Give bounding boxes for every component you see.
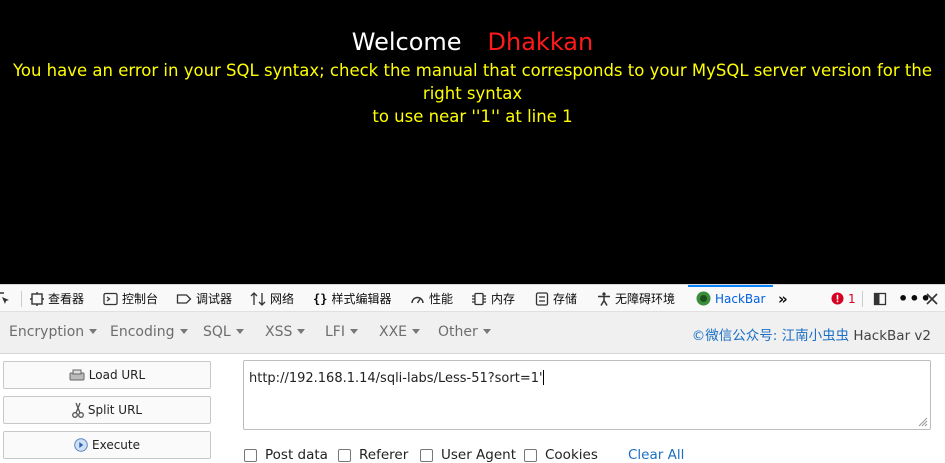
error-icon <box>831 292 844 305</box>
clear-all-link[interactable]: Clear All <box>628 447 684 463</box>
checkbox-referer[interactable] <box>338 448 351 462</box>
sql-error-line-2: to use near ''1'' at line 1 <box>372 107 573 126</box>
menu-xxe-label: XXE <box>379 324 408 340</box>
option-user-agent-label: User Agent <box>441 447 517 463</box>
tab-accessibility[interactable]: 无障碍环境 <box>597 285 675 312</box>
option-referer-label: Referer <box>359 447 409 463</box>
option-user-agent[interactable]: User Agent <box>420 447 516 463</box>
console-icon <box>103 292 118 305</box>
checkbox-post-data[interactable] <box>244 448 257 462</box>
accessibility-icon <box>598 291 610 306</box>
chevron-down-icon <box>482 329 491 334</box>
load-url-button[interactable]: Load URL <box>3 361 211 389</box>
tab-memory-label: 内存 <box>491 292 516 306</box>
execute-label: Execute <box>92 438 140 452</box>
menu-xxe[interactable]: XXE <box>379 324 421 340</box>
resize-handle-icon[interactable] <box>918 417 928 427</box>
username-text: Dhakkan <box>487 28 594 56</box>
dock-toggle-icon[interactable] <box>873 285 891 312</box>
menu-encoding-label: Encoding <box>110 324 175 340</box>
brand-link[interactable]: 江南小虫虫 <box>782 328 850 344</box>
tab-performance[interactable]: 性能 <box>410 285 453 312</box>
devtools-toolbar: 查看器 控制台 调试器 网络 {} 样式编辑器 性能 内存 存储 无障碍环境 H… <box>0 284 945 312</box>
hackbar-body: Load URL Split URL Execute http://192.16… <box>0 354 945 463</box>
tab-inspector[interactable]: 查看器 <box>30 285 84 312</box>
option-cookies[interactable]: Cookies <box>524 447 598 463</box>
inspector-icon <box>30 291 44 306</box>
load-url-icon <box>69 369 85 381</box>
tab-storage-label: 存储 <box>553 292 578 306</box>
option-post-data-label: Post data <box>265 447 328 463</box>
menu-sql-label: SQL <box>203 324 231 340</box>
load-url-label: Load URL <box>88 368 146 382</box>
tab-hackbar-label: HackBar <box>715 291 766 306</box>
checkbox-user-agent[interactable] <box>420 448 433 462</box>
option-post-data[interactable]: Post data <box>244 447 328 463</box>
menu-other-label: Other <box>438 324 478 340</box>
memory-icon <box>472 292 486 305</box>
split-url-button[interactable]: Split URL <box>3 396 211 424</box>
hackbar-brand: ©微信公众号: 江南小虫虫 HackBar v2 <box>692 324 931 344</box>
url-input[interactable]: http://192.168.1.14/sqli-labs/Less-51?so… <box>243 360 931 430</box>
network-icon <box>250 291 266 306</box>
split-url-label: Split URL <box>87 403 143 417</box>
tab-debugger[interactable]: 调试器 <box>176 285 232 312</box>
storage-icon <box>535 291 549 306</box>
tab-console-label: 控制台 <box>122 292 159 306</box>
execute-button[interactable]: Execute <box>3 431 211 459</box>
chevron-down-icon <box>412 329 421 334</box>
more-tabs-chevron-icon[interactable]: » <box>778 285 788 312</box>
close-icon[interactable] <box>926 285 942 312</box>
text-cursor <box>542 370 544 385</box>
tab-memory[interactable]: 内存 <box>471 285 515 312</box>
chevron-down-icon <box>89 329 98 334</box>
play-icon <box>74 438 88 452</box>
debugger-icon <box>176 293 192 304</box>
tab-accessibility-label: 无障碍环境 <box>615 292 676 306</box>
error-count: 1 <box>848 291 856 306</box>
hackbar-icon <box>696 291 711 306</box>
tab-network-label: 网络 <box>270 292 295 306</box>
error-count-indicator[interactable]: 1 <box>831 285 856 312</box>
tab-network[interactable]: 网络 <box>250 285 294 312</box>
menu-encryption[interactable]: Encryption <box>9 324 98 340</box>
tab-performance-label: 性能 <box>429 292 454 306</box>
scissors-icon <box>71 402 84 418</box>
element-picker-icon[interactable] <box>0 285 15 312</box>
tab-console[interactable]: 控制台 <box>103 285 158 312</box>
welcome-line: Welcome Dhakkan <box>0 28 945 56</box>
url-text: http://192.168.1.14/sqli-labs/Less-51?so… <box>249 371 543 386</box>
menu-other[interactable]: Other <box>438 324 491 340</box>
menu-sql[interactable]: SQL <box>203 324 244 340</box>
chevron-down-icon <box>297 329 306 334</box>
welcome-text: Welcome <box>351 28 462 56</box>
page-viewport: Welcome Dhakkan You have an error in your… <box>0 0 945 284</box>
tab-inspector-label: 查看器 <box>48 292 85 306</box>
hackbar-menu: Encryption Encoding SQL XSS LFI XXE Othe… <box>0 312 945 354</box>
chevron-down-icon <box>349 329 358 334</box>
option-referer[interactable]: Referer <box>338 447 408 463</box>
menu-xss-label: XSS <box>265 324 293 340</box>
option-cookies-label: Cookies <box>545 447 598 463</box>
tab-style-editor[interactable]: {} 样式编辑器 <box>313 285 391 312</box>
brand-prefix: ©微信公众号: <box>691 328 782 344</box>
tab-hackbar[interactable]: HackBar <box>687 285 774 312</box>
style-editor-icon: {} <box>313 291 328 306</box>
chevron-down-icon <box>235 329 244 334</box>
sql-error-message: You have an error in your SQL syntax; ch… <box>0 59 945 128</box>
menu-encryption-label: Encryption <box>9 324 85 340</box>
brand-suffix: HackBar v2 <box>849 328 931 344</box>
tab-debugger-label: 调试器 <box>196 292 233 306</box>
menu-encoding[interactable]: Encoding <box>110 324 188 340</box>
tab-storage[interactable]: 存储 <box>535 285 577 312</box>
chevron-down-icon <box>179 329 188 334</box>
tab-style-editor-label: 样式编辑器 <box>331 292 392 306</box>
sql-error-line-1: You have an error in your SQL syntax; ch… <box>13 61 932 103</box>
checkbox-cookies[interactable] <box>524 448 537 462</box>
menu-lfi-label: LFI <box>325 324 345 340</box>
menu-lfi[interactable]: LFI <box>325 324 358 340</box>
menu-xss[interactable]: XSS <box>265 324 306 340</box>
performance-icon <box>411 296 424 303</box>
